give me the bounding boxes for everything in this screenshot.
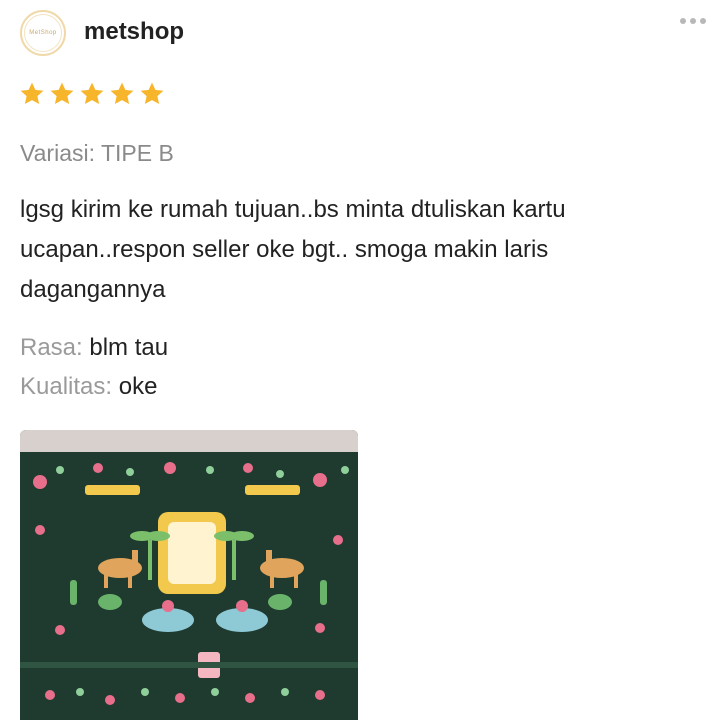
star-icon (50, 82, 74, 105)
variant-label: Variasi: TIPE B (20, 140, 174, 166)
reviewer-username[interactable]: metshop (84, 18, 184, 46)
avatar[interactable]: MetShop (20, 10, 66, 56)
attribute-key: Kualitas: (20, 373, 113, 400)
product-illustration (20, 430, 358, 720)
avatar-logo: MetShop (24, 14, 62, 52)
review-photo[interactable] (20, 430, 358, 720)
attribute-value: oke (118, 373, 158, 400)
rating-stars (18, 80, 166, 108)
star-icon (110, 82, 134, 105)
attribute-kualitas: Kualitas: oke (20, 373, 157, 401)
dot (680, 18, 686, 24)
more-options-icon[interactable] (680, 18, 706, 24)
attribute-rasa: Rasa: blm tau (20, 334, 168, 362)
star-icon (80, 82, 104, 105)
review-text: lgsg kirim ke rumah tujuan..bs minta dtu… (20, 196, 566, 303)
star-icon (140, 82, 164, 105)
dot (690, 18, 696, 24)
attribute-value: blm tau (89, 334, 169, 361)
star-icon (20, 82, 44, 105)
dot (700, 18, 706, 24)
attribute-key: Rasa: (20, 334, 83, 361)
